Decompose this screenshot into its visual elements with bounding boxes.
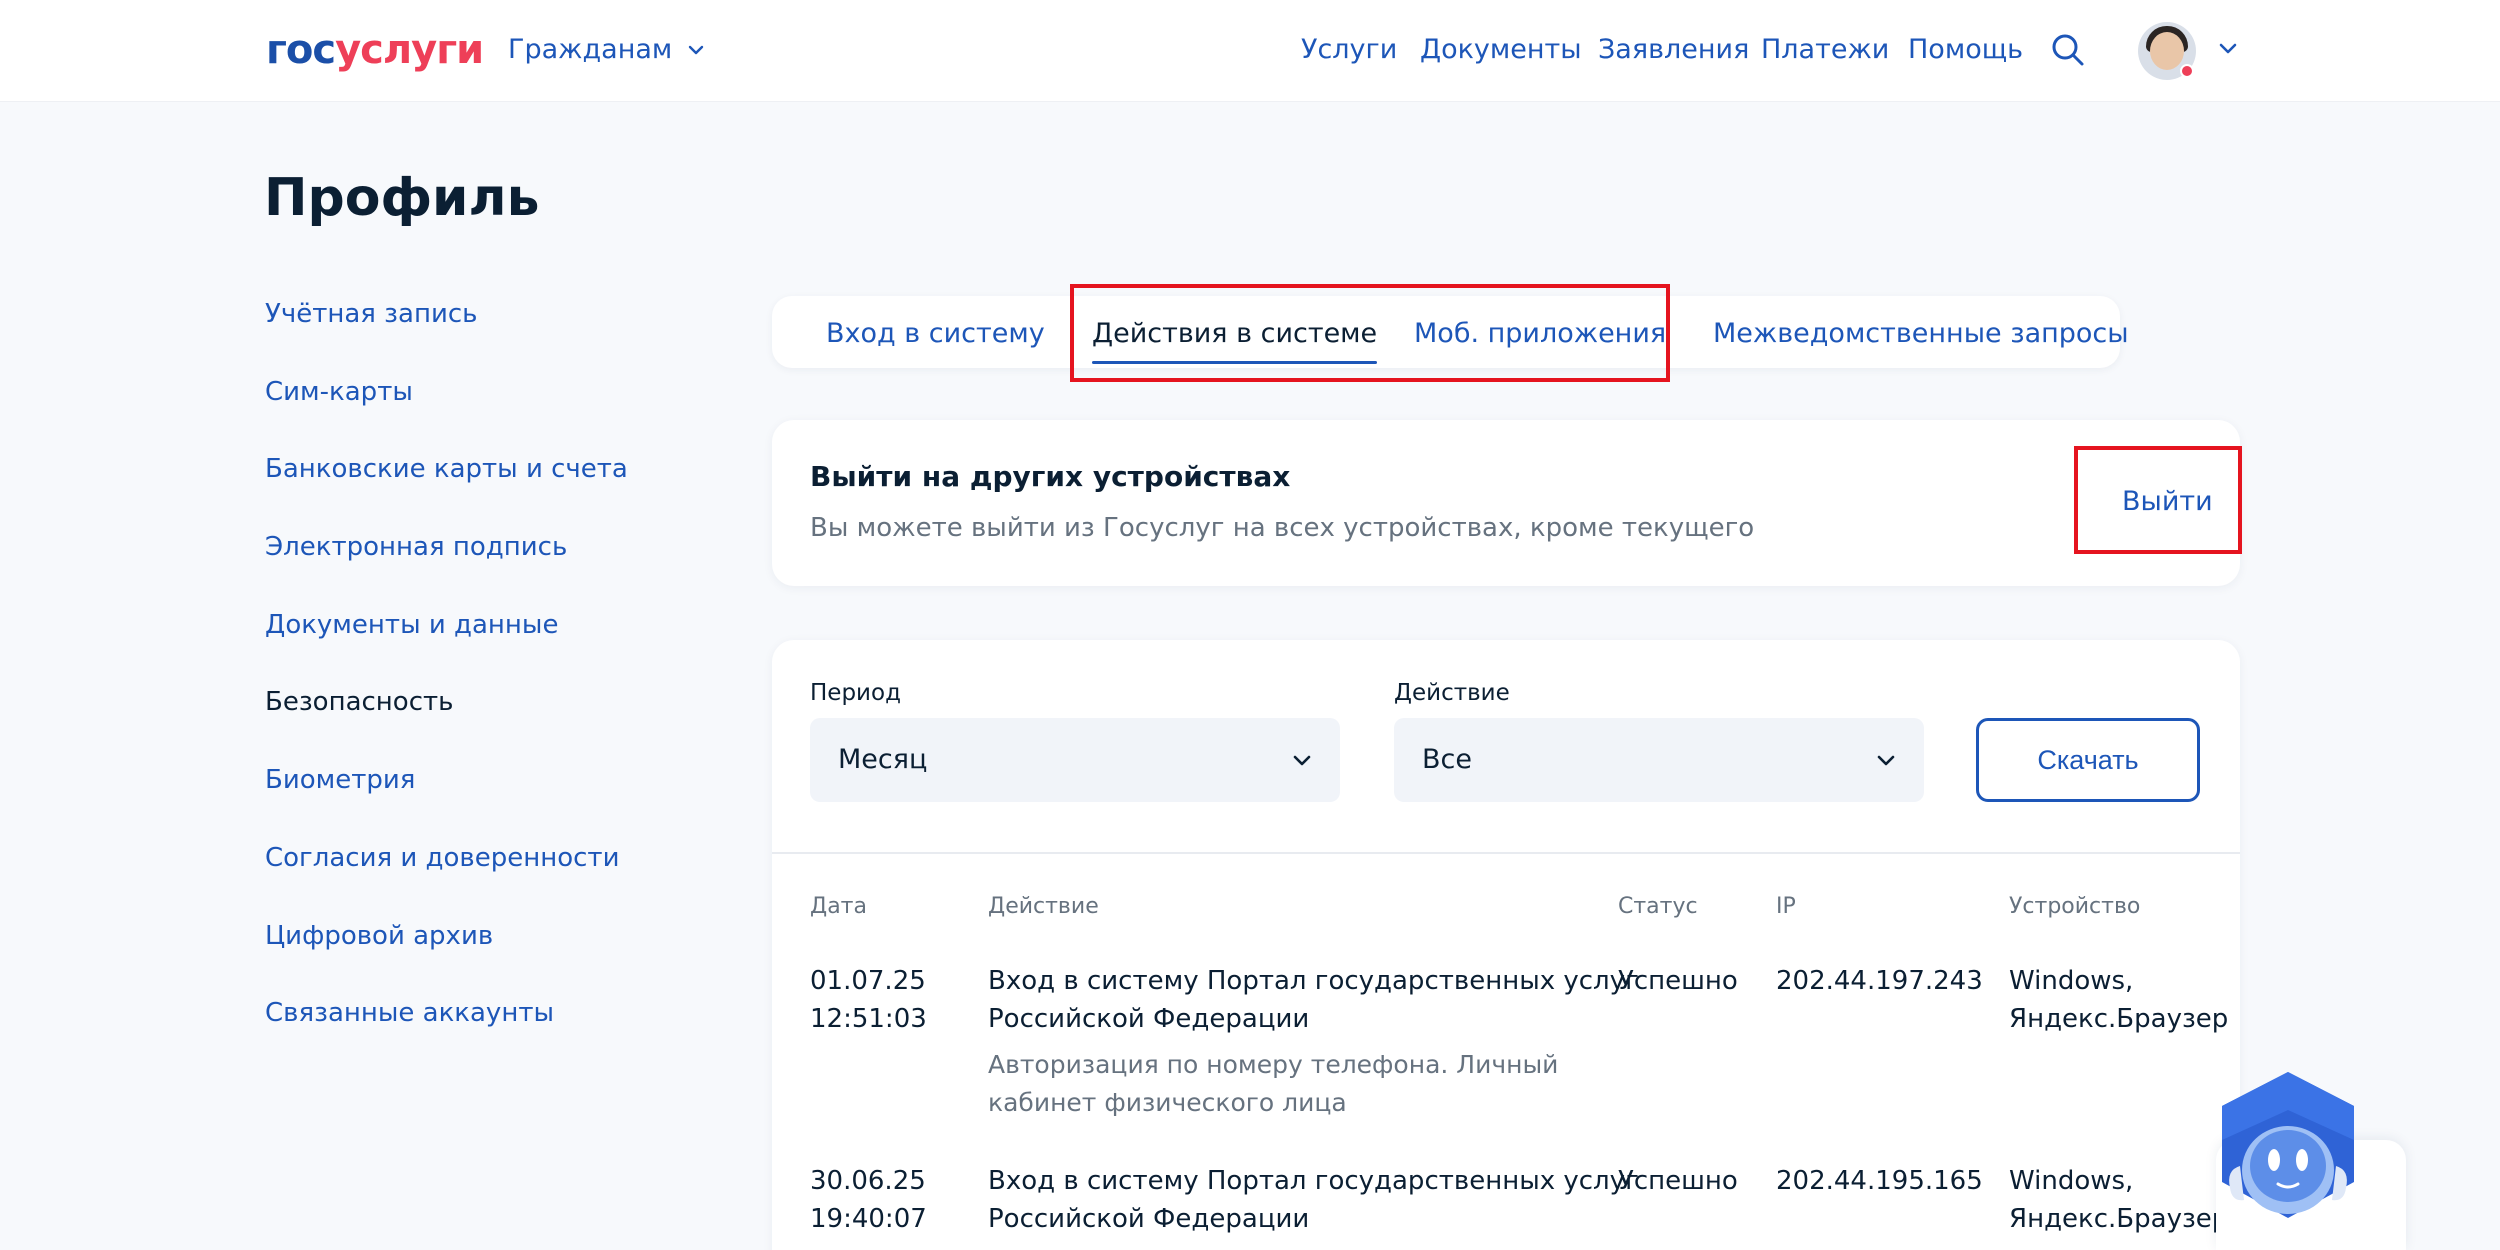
nav-payments[interactable]: Платежи [1761,32,1889,68]
column-header-date: Дата [810,894,867,919]
gosuslugi-logo[interactable]: госуслуги [266,24,484,76]
tab-login[interactable]: Вход в систему [826,316,1045,352]
logo-part-gos: гос [266,27,336,73]
chevron-down-icon[interactable] [2216,36,2240,60]
notification-dot [2180,64,2194,78]
sidebar-item-account[interactable]: Учётная запись [265,294,725,372]
chat-bot-icon[interactable] [2216,1070,2360,1220]
row-time: 19:40:07 [810,1204,927,1234]
nav-applications[interactable]: Заявления [1598,32,1749,68]
tab-interagency-requests[interactable]: Межведомственные запросы [1713,316,2129,352]
period-select[interactable]: Месяц [810,718,1340,802]
row-ip: 202.44.195.165 [1776,1166,1983,1196]
download-button[interactable]: Скачать [1976,718,2200,802]
citizens-menu[interactable]: Гражданам [508,32,706,68]
row-action-details: Авторизация по номеру телефона. Личный [988,1050,1559,1079]
column-header-device: Устройство [2009,894,2141,919]
action-select[interactable]: Все [1394,718,1924,802]
chevron-down-icon [689,45,704,55]
chevron-down-icon [1877,755,1895,766]
logout-button[interactable]: Выйти [2122,484,2213,520]
row-ip: 202.44.197.243 [1776,966,1983,996]
action-label: Действие [1394,680,1510,706]
avatar[interactable] [2138,22,2196,80]
row-status: Успешно [1618,1166,1738,1196]
row-device: Windows, [2009,1166,2134,1196]
tab-mobile-apps[interactable]: Моб. приложения [1414,316,1666,352]
column-header-status: Статус [1618,894,1698,919]
nav-documents[interactable]: Документы [1420,32,1582,68]
divider [772,852,2240,854]
row-action: Вход в систему Портал государственных ус… [988,1166,1639,1196]
top-header: госуслуги Гражданам Услуги Документы Зая… [0,0,2500,102]
sidebar-item-security[interactable]: Безопасность [265,682,725,760]
page-title: Профиль [264,168,540,228]
logout-title: Выйти на других устройствах [810,460,1291,493]
row-date: 30.06.25 [810,1166,926,1196]
tab-system-actions[interactable]: Действия в системе [1092,316,1378,364]
action-value: Все [1422,744,1472,775]
row-time: 12:51:03 [810,1004,927,1034]
row-action-cont: Российской Федерации [988,1204,1310,1234]
avatar-face [2150,32,2184,70]
logout-other-devices-card: Выйти на других устройствах Вы можете вы… [772,420,2240,586]
row-action-cont: Российской Федерации [988,1004,1310,1034]
security-tabs: Вход в систему Действия в системе Моб. п… [772,296,2129,368]
period-label: Период [810,680,901,706]
chevron-down-icon [1293,755,1311,766]
sidebar-item-linked-accounts[interactable]: Связанные аккаунты [265,993,725,1071]
sidebar-item-e-signature[interactable]: Электронная подпись [265,527,725,605]
nav-services[interactable]: Услуги [1301,32,1397,68]
logo-part-uslugi: услуги [335,27,484,73]
row-date: 01.07.25 [810,966,926,996]
row-action-details-cont: кабинет физического лица [988,1088,1347,1117]
actions-log-card: Период Месяц Действие Все Скачать Дата Д… [772,640,2240,1250]
row-status: Успешно [1618,966,1738,996]
citizens-label: Гражданам [508,34,673,65]
sidebar-item-consents[interactable]: Согласия и доверенности [265,838,725,916]
search-icon[interactable] [2048,30,2088,70]
sidebar-item-documents[interactable]: Документы и данные [265,605,725,683]
profile-sidebar: Учётная запись Сим-карты Банковские карт… [265,294,725,1071]
period-value: Месяц [838,744,928,775]
sidebar-item-sim-cards[interactable]: Сим-карты [265,372,725,450]
logout-description: Вы можете выйти из Госуслуг на всех устр… [810,513,1755,543]
row-device-cont: Яндекс.Браузер [2009,1004,2229,1034]
row-device: Windows, [2009,966,2134,996]
row-action: Вход в систему Портал государственных ус… [988,966,1639,996]
nav-help[interactable]: Помощь [1908,32,2023,68]
sidebar-item-bank-cards[interactable]: Банковские карты и счета [265,449,725,527]
column-header-action: Действие [988,894,1099,919]
sidebar-item-biometrics[interactable]: Биометрия [265,760,725,838]
column-header-ip: IP [1776,894,1796,919]
sidebar-item-digital-archive[interactable]: Цифровой архив [265,916,725,994]
row-device-cont: Яндекс.Браузер [2009,1204,2229,1234]
